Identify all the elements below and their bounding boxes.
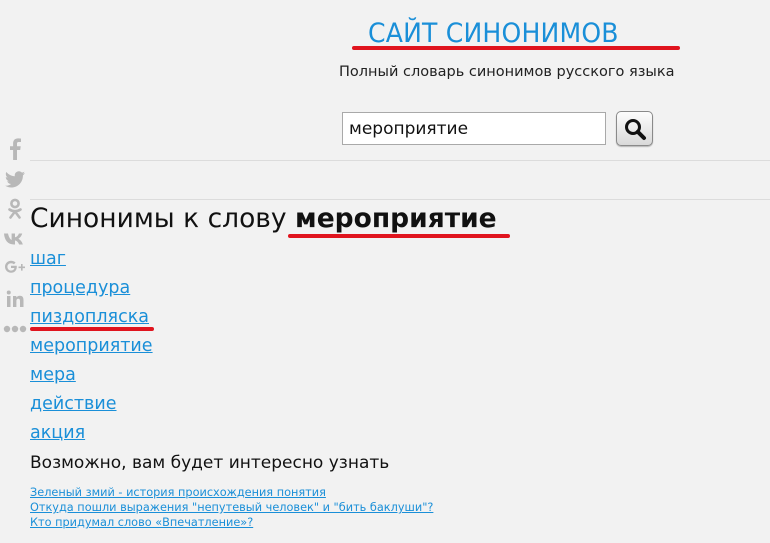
vk-icon[interactable] <box>0 224 30 254</box>
search-input[interactable] <box>342 112 606 145</box>
site-title-red-underline <box>352 46 680 50</box>
related-article-link[interactable]: Откуда пошли выражения "непутевый челове… <box>30 500 433 515</box>
synonym-list: шаг процедура пиздопляска мероприятие ме… <box>30 249 153 452</box>
synonym-link[interactable]: шаг <box>30 249 66 269</box>
divider-band <box>30 160 770 200</box>
list-item: процедура <box>30 278 153 307</box>
facebook-icon[interactable] <box>0 134 30 164</box>
related-article-link[interactable]: Кто придумал слово «Впечатление»? <box>30 515 433 530</box>
related-articles-title: Возможно, вам будет интересно узнать <box>30 453 390 473</box>
synonym-link[interactable]: акция <box>30 423 85 443</box>
list-item: акция <box>30 423 153 452</box>
synonym-link[interactable]: действие <box>30 394 117 414</box>
linkedin-icon[interactable] <box>0 284 30 314</box>
list-item: мера <box>30 365 153 394</box>
page-title: Синонимы к слову мероприятие <box>30 203 497 234</box>
related-articles-list: Зеленый змий - история происхождения пон… <box>30 485 433 530</box>
site-subtitle: Полный словарь синонимов русского языка <box>339 64 675 80</box>
synonym-link[interactable]: мероприятие <box>30 336 153 356</box>
related-article-link[interactable]: Зеленый змий - история происхождения пон… <box>30 485 433 500</box>
list-item: действие <box>30 394 153 423</box>
google-plus-icon[interactable] <box>0 254 30 284</box>
twitter-icon[interactable] <box>0 164 30 194</box>
site-title-link[interactable]: САЙТ СИНОНИМОВ <box>368 18 619 49</box>
heading-prefix: Синонимы к слову <box>30 203 287 234</box>
search-icon <box>624 118 646 140</box>
social-share-bar <box>0 134 30 344</box>
synonym-link[interactable]: пиздопляска <box>30 307 149 327</box>
search-button[interactable] <box>616 111 653 146</box>
heading-word-red-underline <box>288 234 510 238</box>
synonym-red-underline <box>30 327 154 331</box>
list-item: шаг <box>30 249 153 278</box>
synonym-link[interactable]: мера <box>30 365 76 385</box>
odnoklassniki-icon[interactable] <box>0 194 30 224</box>
list-item: пиздопляска <box>30 307 153 336</box>
heading-word: мероприятие <box>295 203 497 234</box>
synonym-link[interactable]: процедура <box>30 278 130 298</box>
list-item: мероприятие <box>30 336 153 365</box>
more-icon[interactable] <box>0 314 30 344</box>
